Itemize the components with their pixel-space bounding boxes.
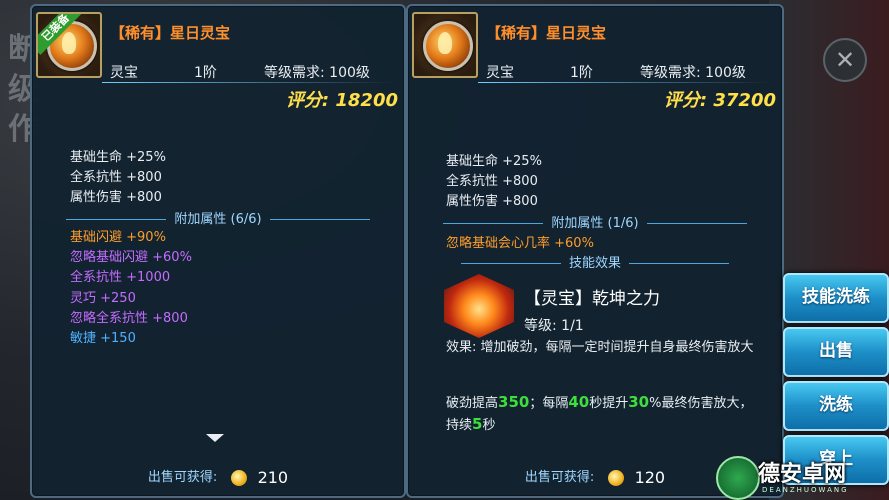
sell-label: 出售可获得: [524, 470, 595, 485]
item-level-requirement: 等级需求: 100级 [264, 65, 370, 81]
base-stat: 基础生命 +25% [70, 150, 166, 165]
detail-text: 破劲提高 [446, 396, 499, 411]
extra-stat: 灵巧 +250 [70, 291, 136, 306]
reforge-button[interactable]: 洗练 [783, 381, 889, 431]
base-stat: 属性伤害 +800 [70, 190, 162, 205]
skill-effect-text: 效果: 增加破劲，每隔一定时间提升自身最终伤害放大 [446, 340, 754, 355]
item-score: 评分: 18200 [285, 90, 398, 111]
item-tier: 1阶 [194, 65, 217, 81]
detail-value: 350 [498, 393, 530, 411]
sell-label: 出售可获得: [147, 470, 218, 485]
base-stat: 基础生命 +25% [446, 154, 542, 169]
base-stat: 属性伤害 +800 [446, 194, 538, 209]
detail-value: 40 [568, 393, 590, 411]
item-score: 评分: 37200 [663, 90, 776, 111]
skill-reforge-button[interactable]: 技能洗练 [783, 273, 889, 323]
extra-stat: 基础闪避 +90% [70, 230, 166, 245]
watermark-text: 德安卓网 [758, 462, 847, 487]
skill-effect-header: 技能效果 [408, 252, 782, 271]
base-stat: 全系抗性 +800 [70, 170, 162, 185]
item-level-requirement: 等级需求: 100级 [640, 65, 746, 81]
detail-value: 5 [472, 415, 483, 433]
item-title: 【稀有】星日灵宝 [486, 24, 607, 42]
skill-level: 等级: 1/1 [524, 318, 584, 334]
watermark-logo-icon [716, 456, 760, 500]
item-type: 灵宝 [110, 65, 138, 81]
item-icon-frame [412, 12, 478, 78]
extra-stat: 忽略全系抗性 +800 [70, 311, 188, 326]
detail-text: ；每隔 [529, 396, 569, 411]
detail-value: 30 [628, 393, 650, 411]
detail-text: 秒 [482, 418, 496, 433]
equipped-item-panel: 已装备 【稀有】星日灵宝 灵宝 1阶 等级需求: 100级 评分: 18200 … [30, 4, 406, 498]
header-divider [102, 82, 394, 83]
extra-stat: 全系抗性 +1000 [70, 270, 171, 285]
header-divider [478, 82, 772, 83]
item-icon-frame: 已装备 [36, 12, 102, 78]
base-stat: 全系抗性 +800 [446, 174, 538, 189]
currency-icon [608, 469, 625, 486]
currency-icon [231, 469, 248, 486]
extra-attributes-header: 附加属性 (6/6) [32, 208, 404, 227]
skill-flame-icon [444, 274, 514, 338]
extra-stat: 忽略基础闪避 +60% [70, 250, 192, 265]
compare-item-panel: 【稀有】星日灵宝 灵宝 1阶 等级需求: 100级 评分: 37200 基础生命… [406, 4, 784, 498]
extra-stat: 敏捷 +150 [70, 331, 136, 346]
detail-text: 秒提升 [589, 396, 629, 411]
close-icon[interactable]: ✕ [823, 38, 867, 82]
extra-attributes-header: 附加属性 (1/6) [408, 212, 782, 231]
skill-detail-text: 破劲提高350；每隔40秒提升30%最终伤害放大，持续5秒 [446, 392, 756, 436]
sell-amount: 120 [634, 468, 666, 487]
sell-button[interactable]: 出售 [783, 327, 889, 377]
item-tier: 1阶 [570, 65, 593, 81]
lingbao-medal-icon [423, 21, 473, 71]
scroll-down-icon[interactable] [206, 434, 224, 442]
skill-name: 【灵宝】乾坤之力 [524, 289, 660, 309]
extra-stat: 忽略基础会心几率 +60% [446, 236, 594, 251]
sell-value: 出售可获得: 210 [32, 466, 404, 492]
item-title: 【稀有】星日灵宝 [110, 24, 231, 42]
sell-amount: 210 [257, 468, 289, 487]
watermark-subtext: DEANZHUOWANG [762, 486, 849, 494]
item-type: 灵宝 [486, 65, 514, 81]
